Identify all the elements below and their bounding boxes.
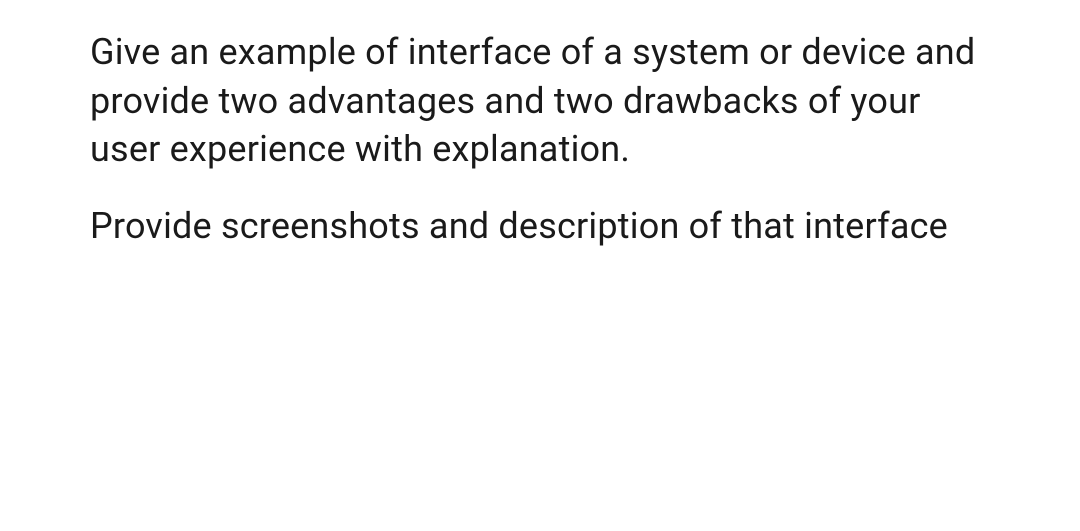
question-paragraph-1: Give an example of interface of a system…: [90, 28, 990, 174]
question-paragraph-2: Provide screenshots and description of t…: [90, 202, 990, 251]
